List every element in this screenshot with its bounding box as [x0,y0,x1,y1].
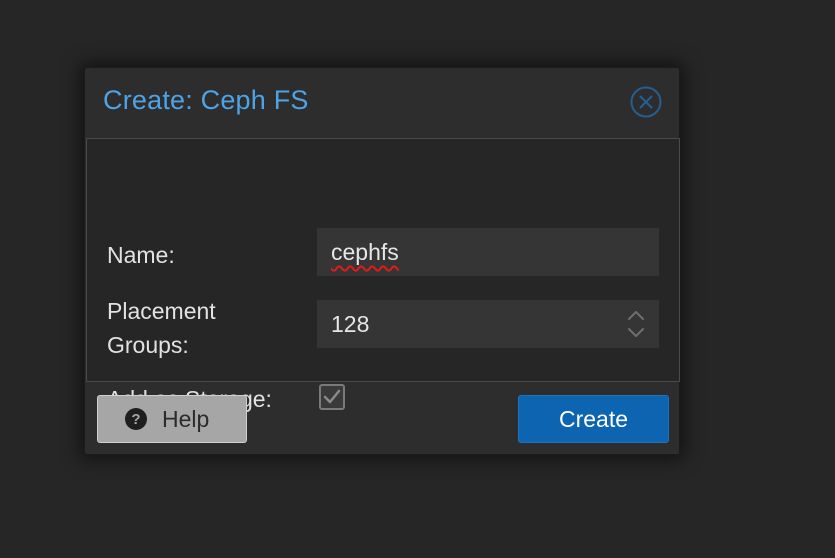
dialog-footer: ? Help Create [85,382,679,456]
placement-groups-label: Placement Groups: [107,294,307,362]
dialog-title: Create: Ceph FS [103,85,309,115]
name-label: Name: [107,242,175,268]
question-circle-icon: ? [124,407,148,431]
create-button[interactable]: Create [518,395,669,443]
name-input-value: cephfs [331,239,399,265]
help-button[interactable]: ? Help [97,395,247,443]
create-ceph-fs-dialog: Create: Ceph FS Name: cephfs Placement G… [84,67,680,455]
placement-groups-value: 128 [331,311,370,337]
dialog-header: Create: Ceph FS [85,68,679,136]
placement-groups-input[interactable]: 128 [317,300,659,348]
name-input[interactable]: cephfs [317,228,659,276]
help-label: Help [162,406,210,432]
placement-groups-label-line2: Groups: [107,332,189,358]
svg-text:?: ? [131,411,140,428]
dialog-body: Name: cephfs Placement Groups: 128 Add a… [86,138,680,412]
placement-groups-label-line1: Placement [107,298,216,324]
close-icon[interactable] [629,85,663,119]
up-down-chevron-icon[interactable] [625,308,647,340]
